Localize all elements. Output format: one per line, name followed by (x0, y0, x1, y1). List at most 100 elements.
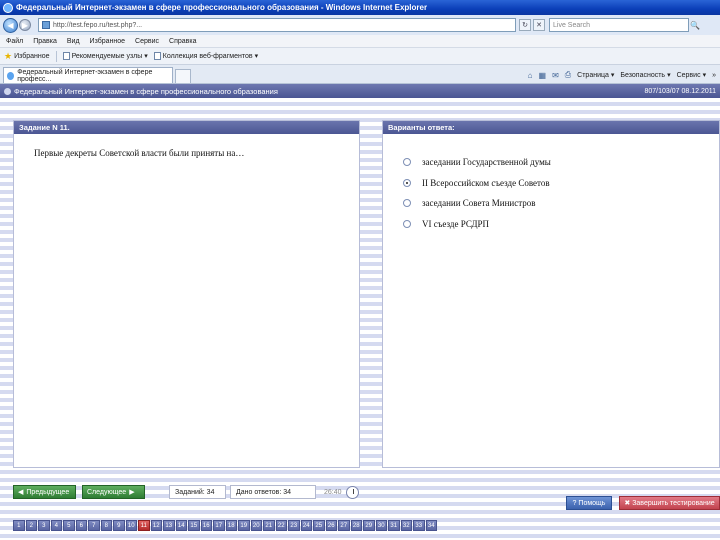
page-button[interactable]: 7 (88, 520, 100, 531)
page-button[interactable]: 3 (38, 520, 50, 531)
new-tab-button[interactable] (175, 69, 191, 83)
exam-toolbar: ◀ Предыдущее Следующее ▶ Заданий: 34 Дан… (13, 484, 359, 500)
radio-button[interactable] (403, 158, 411, 167)
command-bar: ⌂ ▦ ✉ ⎙ Страница ▾ Безопасность ▾ Сервис ▾ … (528, 67, 720, 83)
ie-tab-icon (7, 71, 15, 80)
chevron-down-icon: ▾ (610, 72, 615, 79)
menu-file[interactable]: Файл (6, 38, 23, 45)
radio-button-selected[interactable] (403, 178, 411, 187)
help-icon: ? (572, 499, 577, 507)
app-header: Федеральный Интернет-экзамен в сфере про… (0, 84, 720, 98)
app-title: Федеральный Интернет-экзамен в сфере про… (14, 86, 278, 96)
answer-option[interactable]: VI съезде РСДРП (403, 214, 551, 235)
arrow-left-icon: ◀ (18, 489, 24, 496)
page-button[interactable]: 31 (388, 520, 400, 531)
tab-exam[interactable]: Федеральный Интернет-экзамен в сфере про… (3, 67, 173, 83)
page-icon (62, 52, 70, 60)
mail-button[interactable]: ✉ (552, 71, 559, 80)
page-button[interactable]: 22 (275, 520, 287, 531)
page-button[interactable]: 25 (313, 520, 325, 531)
menu-edit[interactable]: Правка (33, 38, 57, 45)
page-button[interactable]: 24 (300, 520, 312, 531)
print-icon: ⎙ (564, 70, 572, 79)
timer-text: 26:40 (324, 488, 342, 496)
answer-option[interactable]: II Всероссийском съезде Советов (403, 173, 551, 194)
page-button[interactable]: 26 (325, 520, 337, 531)
radio-button[interactable] (403, 219, 411, 228)
app-logo-icon (4, 87, 11, 95)
page-button[interactable]: 12 (150, 520, 162, 531)
refresh-icon[interactable]: ↻ (519, 19, 531, 31)
page-button[interactable]: 10 (125, 520, 137, 531)
page-menu[interactable]: Страница ▾ (577, 71, 615, 80)
safety-menu[interactable]: Безопасность ▾ (620, 71, 671, 80)
address-row: ◀ ▶ http://test.fepo.ru/test.php?... ↻ ✕… (0, 15, 720, 35)
address-text: http://test.fepo.ru/test.php?... (53, 21, 143, 29)
ie-logo-icon (3, 2, 13, 13)
page-button[interactable]: 8 (100, 520, 112, 531)
page-button[interactable]: 23 (288, 520, 300, 531)
print-button[interactable]: ⎙ (565, 70, 571, 80)
question-pager: 1 2 3 4 5 6 7 8 9 10 11 12 13 14 15 16 17 18 19 20 21 22 23 24 2… (13, 520, 437, 531)
search-icon[interactable]: 🔍 (689, 19, 701, 31)
finish-button[interactable]: ✖ Завершить тестирование (619, 496, 720, 510)
search-input[interactable]: Live Search (549, 18, 689, 32)
page-button[interactable]: 13 (163, 520, 175, 531)
stop-icon[interactable]: ✕ (533, 19, 545, 31)
help-button[interactable]: ? Помощь (566, 496, 612, 510)
tasks-counter: Заданий: 34 (169, 485, 226, 499)
page-button[interactable]: 4 (50, 520, 62, 531)
star-icon: ★ (4, 50, 13, 61)
menu-view[interactable]: Вид (67, 38, 80, 45)
page-button[interactable]: 17 (213, 520, 225, 531)
menu-help[interactable]: Справка (169, 38, 196, 45)
page-button[interactable]: 34 (425, 520, 437, 531)
home-button[interactable]: ⌂ (528, 71, 533, 80)
page-button-current[interactable]: 11 (138, 520, 150, 531)
page-button[interactable]: 16 (200, 520, 212, 531)
chevron-down-icon: ▾ (667, 72, 671, 79)
page-button[interactable]: 14 (175, 520, 187, 531)
chevron-right-icon: » (712, 71, 716, 79)
menu-favorites[interactable]: Избранное (90, 38, 125, 45)
question-text: Первые декреты Советской власти были при… (34, 148, 245, 158)
chevron-down-icon: ▾ (144, 53, 148, 60)
page-button[interactable]: 2 (25, 520, 37, 531)
address-bar[interactable]: http://test.fepo.ru/test.php?... (38, 18, 516, 32)
page-button[interactable]: 20 (250, 520, 262, 531)
page-button[interactable]: 19 (238, 520, 250, 531)
page-button[interactable]: 32 (400, 520, 412, 531)
back-button[interactable]: ◀ (3, 17, 18, 33)
answers-heading: Варианты ответа: (383, 121, 719, 134)
page-button[interactable]: 6 (75, 520, 87, 531)
page-button[interactable]: 5 (63, 520, 75, 531)
page-button[interactable]: 29 (363, 520, 375, 531)
menu-tools[interactable]: Сервис (135, 38, 159, 45)
answer-option[interactable]: заседании Совета Министров (403, 193, 551, 214)
more-button[interactable]: » (712, 72, 716, 79)
page-button[interactable]: 27 (338, 520, 350, 531)
prev-button[interactable]: ◀ Предыдущее (13, 485, 76, 499)
favorite-web-slices[interactable]: Коллекция веб-фрагментов ▾ (153, 52, 258, 60)
page-button[interactable]: 1 (13, 520, 25, 531)
window-title: Федеральный Интернет-экзамен в сфере про… (16, 3, 428, 12)
favorite-suggested-sites[interactable]: Рекомендуемые узлы ▾ (62, 52, 148, 60)
page-button[interactable]: 28 (350, 520, 362, 531)
page-button[interactable]: 30 (375, 520, 387, 531)
answers-panel: Варианты ответа: заседании Государственн… (382, 120, 720, 468)
page-button[interactable]: 18 (225, 520, 237, 531)
answer-option[interactable]: заседании Государственной думы (403, 152, 551, 173)
page-icon (42, 21, 50, 29)
radio-button[interactable] (403, 199, 411, 208)
favorites-bar: ★ Избранное Рекомендуемые узлы ▾ Коллекц… (0, 48, 720, 65)
forward-button[interactable]: ▶ (19, 19, 31, 31)
page-button[interactable]: 21 (263, 520, 275, 531)
favorites-button[interactable]: ★ Избранное (4, 51, 50, 62)
tools-menu[interactable]: Сервис ▾ (677, 71, 707, 80)
feeds-button[interactable]: ▦ (539, 71, 547, 80)
page-button[interactable]: 33 (413, 520, 425, 531)
page-button[interactable]: 9 (113, 520, 125, 531)
mail-icon: ✉ (552, 70, 559, 80)
page-button[interactable]: 15 (188, 520, 200, 531)
next-button[interactable]: Следующее ▶ (82, 485, 145, 499)
